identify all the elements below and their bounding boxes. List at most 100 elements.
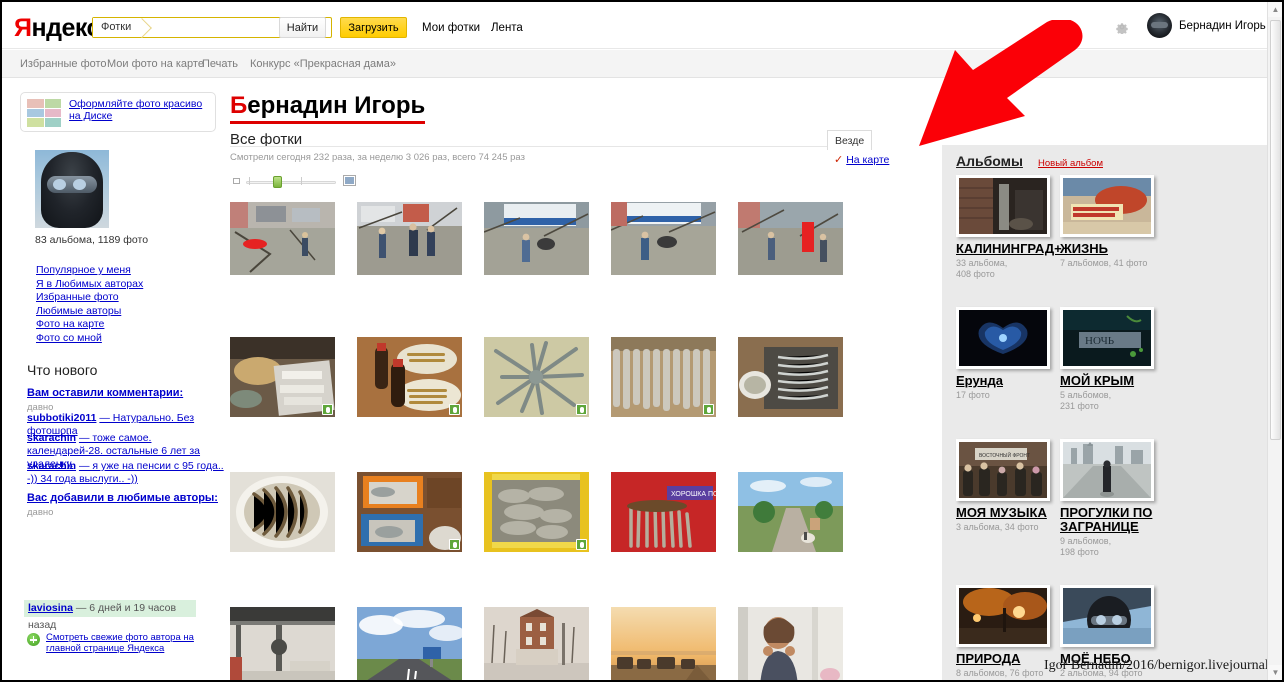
- album-thumbnail[interactable]: [956, 585, 1050, 647]
- subnav-item-favorites[interactable]: Избранные фото: [20, 58, 107, 70]
- album-item[interactable]: ЖИЗНЬ 7 альбомов, 41 фото: [1060, 175, 1210, 269]
- favorited-item[interactable]: laviosina — 6 дней и 19 часов назад: [24, 600, 196, 631]
- yandex-logo[interactable]: Яндекс: [14, 14, 100, 43]
- photo-thumbnail[interactable]: [738, 202, 843, 275]
- album-meta: 17 фото: [956, 390, 990, 400]
- photo-row: ХОРОШКА ПОШЛА!: [230, 472, 875, 607]
- slider-tick: [249, 177, 250, 185]
- photo-thumbnail[interactable]: [484, 202, 589, 275]
- logo-text: ндекс: [31, 14, 100, 42]
- album-name[interactable]: Ерунда: [956, 374, 1056, 388]
- disk-promo-banner[interactable]: Оформляйте фото красиво на Диске: [20, 92, 216, 132]
- comments-heading[interactable]: Вам оставили комментарии:: [27, 387, 183, 399]
- my-photos-link[interactable]: Мои фотки: [422, 22, 480, 34]
- check-icon: ✓: [834, 154, 844, 166]
- thumbnail-size-slider[interactable]: [233, 174, 356, 188]
- new-album-link[interactable]: Новый альбом: [1038, 158, 1103, 169]
- comment-author[interactable]: subbotiki2011: [27, 412, 96, 424]
- subnav-item-photos-on-map[interactable]: Мои фото на карте: [107, 58, 204, 70]
- photo-thumbnail[interactable]: [484, 607, 589, 680]
- tab-everywhere[interactable]: Везде: [827, 130, 873, 150]
- small-thumb-icon[interactable]: [233, 178, 240, 184]
- album-thumbnail[interactable]: [956, 175, 1050, 237]
- album-name[interactable]: МОЙ КРЫМ: [1060, 374, 1160, 388]
- divider: [230, 146, 830, 147]
- favorited-user[interactable]: laviosina: [28, 602, 73, 614]
- page-scrollbar[interactable]: ▲ ▼: [1267, 2, 1282, 680]
- tab-on-map-label: На карте: [846, 154, 890, 166]
- avatar[interactable]: [1147, 13, 1172, 38]
- photo-thumbnail[interactable]: [357, 202, 462, 275]
- sub-navigation: Избранные фото Мои фото на карте Печать …: [2, 50, 1272, 78]
- album-name[interactable]: ЖИЗНЬ: [1060, 242, 1160, 256]
- large-thumb-icon[interactable]: [343, 175, 356, 186]
- favorited-heading[interactable]: Вас добавили в любимые авторы:: [27, 492, 218, 504]
- upload-button[interactable]: Загрузить: [340, 17, 407, 38]
- album-name[interactable]: КАЛИНИНГРАД+: [956, 242, 1062, 256]
- sidebar-link-photos-with-me[interactable]: Фото со мной: [36, 332, 143, 346]
- favorited-ago: давно: [27, 507, 54, 518]
- gear-icon[interactable]: [1115, 20, 1129, 34]
- album-name[interactable]: ПРОГУЛКИ ПО ЗАГРАНИЦЕ: [1060, 506, 1160, 534]
- sunglasses-lens-right: [73, 179, 86, 190]
- photo-thumbnail[interactable]: [611, 337, 716, 417]
- site-header: Яндекс Фотки Найти Загрузить Мои фотки Л…: [2, 2, 1272, 49]
- photo-row: [230, 337, 875, 472]
- map-badge-icon: [449, 539, 460, 550]
- album-thumbnail[interactable]: [956, 307, 1050, 369]
- photo-thumbnail[interactable]: [611, 607, 716, 680]
- page-title: Бернадин Игорь: [230, 92, 426, 124]
- album-name[interactable]: ПРИРОДА: [956, 652, 1056, 666]
- photo-thumbnail[interactable]: [738, 337, 843, 417]
- album-thumbnail[interactable]: ВОСТОЧНЫЙ ФРОНТ: [956, 439, 1050, 501]
- subnav-item-contest[interactable]: Конкурс «Прекрасная дама»: [250, 58, 396, 70]
- fresh-photos-link[interactable]: Смотреть свежие фото автора на главной с…: [46, 632, 216, 654]
- slider-track[interactable]: [246, 181, 336, 184]
- scrollbar-thumb[interactable]: [1270, 20, 1281, 440]
- photo-thumbnail[interactable]: [484, 337, 589, 417]
- slider-knob[interactable]: [273, 176, 282, 188]
- photo-thumbnail[interactable]: [230, 472, 335, 552]
- view-stats: Смотрели сегодня 232 раза, за неделю 3 0…: [230, 152, 525, 163]
- photo-thumbnail[interactable]: [230, 202, 335, 275]
- user-name[interactable]: Бернадин Игорь: [1179, 20, 1266, 32]
- feed-link[interactable]: Лента: [491, 22, 523, 34]
- map-badge-icon: [703, 404, 714, 415]
- profile-avatar[interactable]: [35, 150, 109, 228]
- sidebar-nav-links: Популярное у меня Я в Любимых авторах Из…: [36, 264, 143, 345]
- sidebar-link-popular[interactable]: Популярное у меня: [36, 264, 143, 278]
- scroll-down-arrow[interactable]: ▼: [1268, 665, 1282, 680]
- album-thumbnail[interactable]: [1060, 585, 1154, 647]
- album-thumbnail[interactable]: [1060, 439, 1154, 501]
- sidebar-link-photos-on-map[interactable]: Фото на карте: [36, 318, 143, 332]
- find-button[interactable]: Найти: [279, 17, 326, 38]
- album-item[interactable]: ПРОГУЛКИ ПО ЗАГРАНИЦЕ 9 альбомов, 198 фо…: [1060, 439, 1210, 557]
- photo-thumbnail[interactable]: ХОРОШКА ПОШЛА!: [611, 472, 716, 552]
- album-item[interactable]: НОЧЬ МОЙ КРЫМ 5 альбомов, 231 фото: [1060, 307, 1210, 411]
- photo-thumbnail[interactable]: [357, 607, 462, 680]
- subnav-item-print[interactable]: Печать: [202, 58, 238, 70]
- comment-author[interactable]: skarachin: [27, 432, 76, 444]
- comment-author[interactable]: skarachin: [27, 460, 76, 472]
- photo-thumbnail[interactable]: [230, 607, 335, 680]
- sidebar-link-favorite-photos[interactable]: Избранные фото: [36, 291, 143, 305]
- album-name[interactable]: МОЯ МУЗЫКА: [956, 506, 1056, 520]
- disk-promo-thumbnail: [27, 99, 61, 127]
- view-tabs: Везде ✓ На карте: [827, 130, 930, 170]
- photo-thumbnail[interactable]: [230, 337, 335, 417]
- sidebar-link-in-favorite-authors[interactable]: Я в Любимых авторах: [36, 278, 143, 292]
- disk-promo-link[interactable]: Оформляйте фото красиво на Диске: [69, 98, 209, 122]
- tab-on-map[interactable]: ✓ На карте: [827, 150, 896, 170]
- scroll-up-arrow[interactable]: ▲: [1268, 2, 1282, 17]
- albums-title[interactable]: Альбомы: [956, 153, 1023, 169]
- album-thumbnail[interactable]: НОЧЬ: [1060, 307, 1154, 369]
- sidebar-link-favorite-authors[interactable]: Любимые авторы: [36, 305, 143, 319]
- photo-thumbnail[interactable]: [484, 472, 589, 552]
- comment-item[interactable]: skarachin — я уже на пенсии с 95 года.. …: [27, 460, 227, 486]
- album-thumbnail[interactable]: [1060, 175, 1154, 237]
- photo-thumbnail[interactable]: [357, 337, 462, 417]
- photo-thumbnail[interactable]: [357, 472, 462, 552]
- photo-thumbnail[interactable]: [738, 607, 843, 680]
- photo-thumbnail[interactable]: [738, 472, 843, 552]
- photo-thumbnail[interactable]: [611, 202, 716, 275]
